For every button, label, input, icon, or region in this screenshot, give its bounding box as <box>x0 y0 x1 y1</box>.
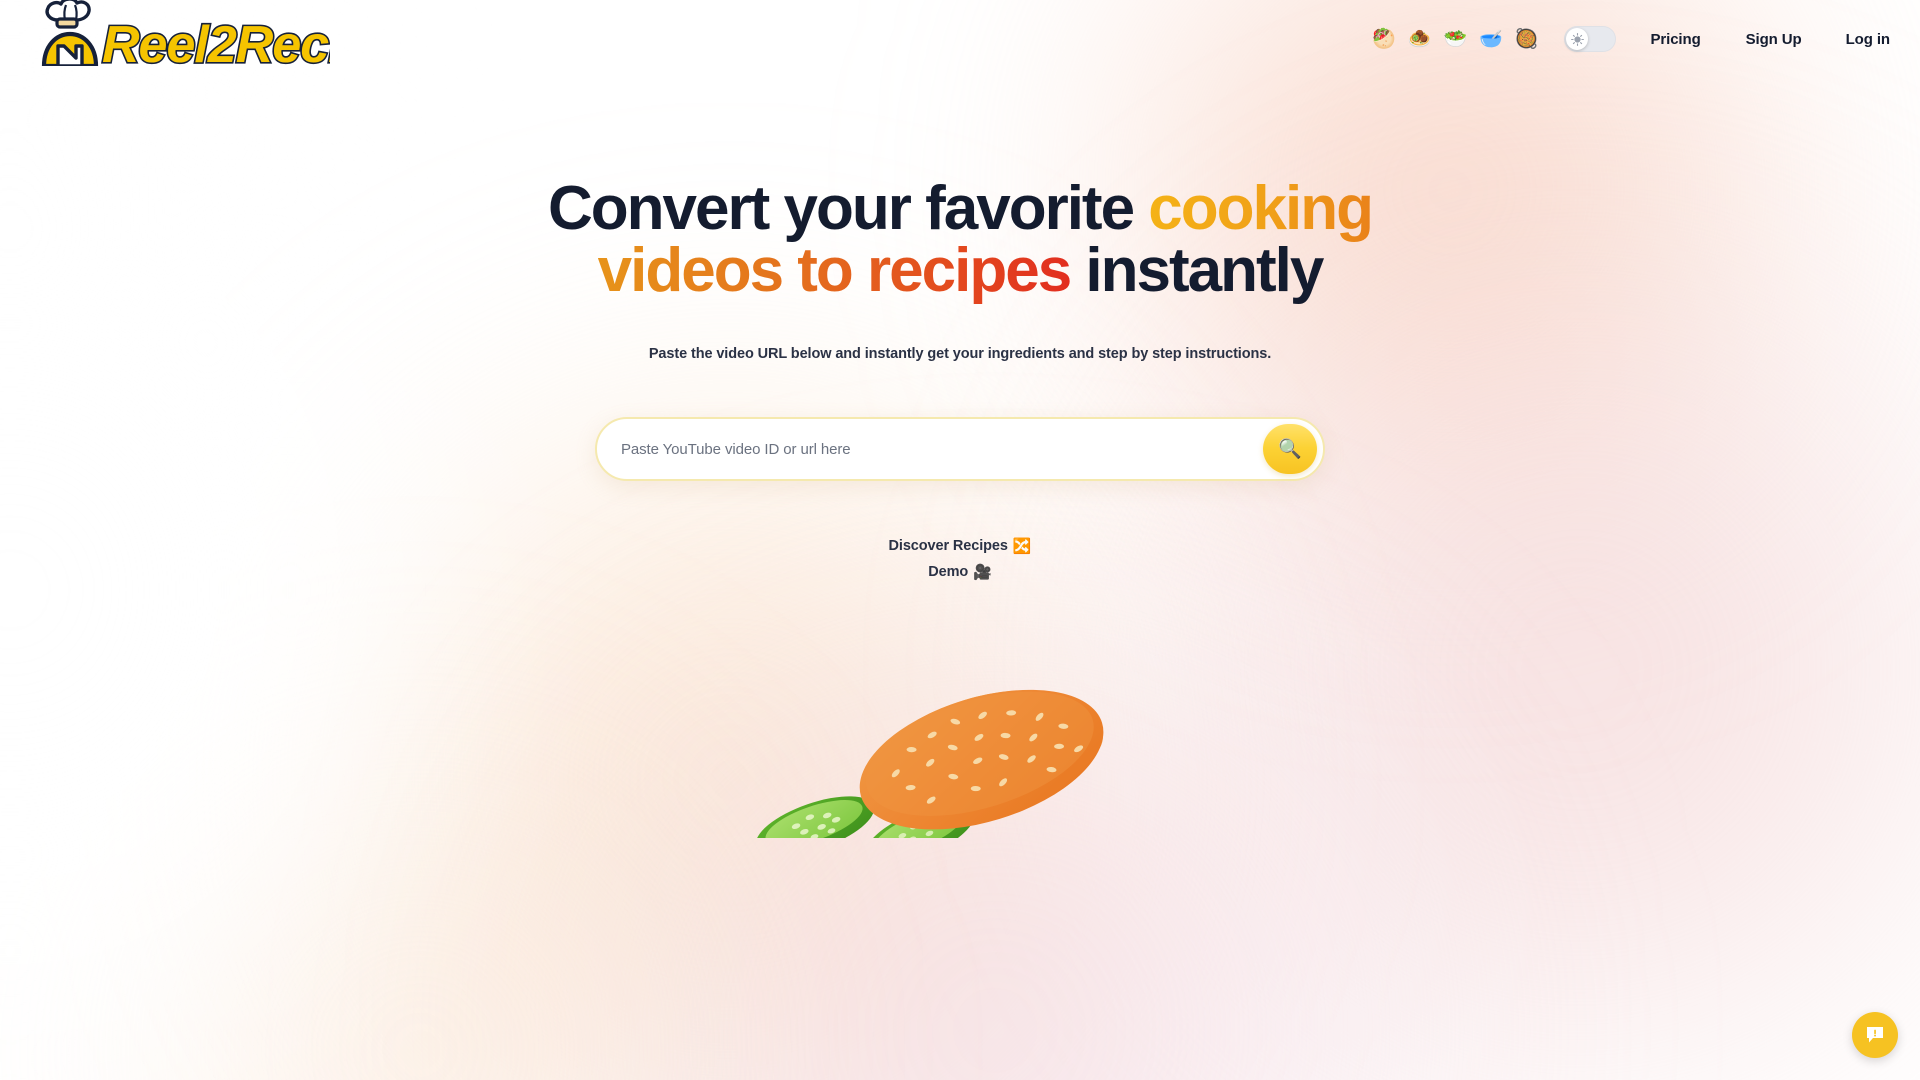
chat-bubble-alert-icon <box>1867 1027 1883 1043</box>
nav-link-login[interactable]: Log in <box>1846 31 1890 48</box>
cuisine-filter-row: 🥙 🧆 🥗 🥣 🥘 <box>1372 30 1538 49</box>
hero-subtitle: Paste the video URL below and instantly … <box>648 346 1272 362</box>
site-header: Reel2Recipe 🥙 🧆 🥗 🥣 🥘 <box>0 0 1920 78</box>
movie-camera-icon: 🎥 <box>973 564 992 581</box>
demo-label: Demo <box>928 564 969 580</box>
search-submit-button[interactable]: 🔍 <box>1263 424 1317 474</box>
shallow-pan-emoji-icon[interactable]: 🥘 <box>1515 30 1539 49</box>
headline-line-2: videos to recipes instantly <box>0 240 1920 302</box>
header-right-cluster: 🥙 🧆 🥗 🥣 🥘 Pricing Sign Up Log in <box>1372 0 1898 78</box>
hero-section: Convert your favorite cooking videos to … <box>0 0 1920 582</box>
video-url-search-bar: 🔍 <box>595 417 1325 481</box>
sun-icon <box>1571 32 1584 46</box>
brand-logo[interactable]: Reel2Recipe <box>30 0 330 66</box>
bowl-with-spoon-emoji-icon[interactable]: 🥣 <box>1479 30 1503 49</box>
chef-character-logo-icon: Reel2Recipe <box>41 0 330 66</box>
page-title: Convert your favorite cooking videos to … <box>0 178 1920 302</box>
headline-plain-2: instantly <box>1070 236 1324 305</box>
falafel-emoji-icon[interactable]: 🧆 <box>1408 30 1432 49</box>
support-chat-button[interactable] <box>1852 1012 1898 1058</box>
demo-link[interactable]: Demo 🎥 <box>928 563 992 581</box>
theme-toggle[interactable] <box>1564 26 1617 52</box>
headline-plain-1: Convert your favorite <box>548 174 1149 243</box>
headline-accent-cooking: cooking <box>1148 174 1374 243</box>
headline-accent-videos: videos to recipes <box>597 236 1073 305</box>
discover-recipes-link[interactable]: Discover Recipes 🔀 <box>889 537 1032 555</box>
quick-links: Discover Recipes 🔀 Demo 🎥 <box>0 537 1920 581</box>
shuffle-icon: 🔀 <box>1012 538 1032 555</box>
magnifying-glass-icon: 🔍 <box>1278 438 1302 460</box>
discover-recipes-label: Discover Recipes <box>888 538 1008 554</box>
green-salad-emoji-icon[interactable]: 🥗 <box>1443 30 1467 49</box>
svg-text:Reel2Recipe: Reel2Recipe <box>102 16 330 66</box>
nav-link-pricing[interactable]: Pricing <box>1650 31 1700 48</box>
headline-line-1: Convert your favorite cooking <box>0 178 1920 240</box>
theme-toggle-knob <box>1566 28 1589 50</box>
search-input[interactable] <box>597 420 1263 478</box>
nav-link-signup[interactable]: Sign Up <box>1746 31 1802 48</box>
stuffed-flatbread-emoji-icon[interactable]: 🥙 <box>1372 30 1396 49</box>
